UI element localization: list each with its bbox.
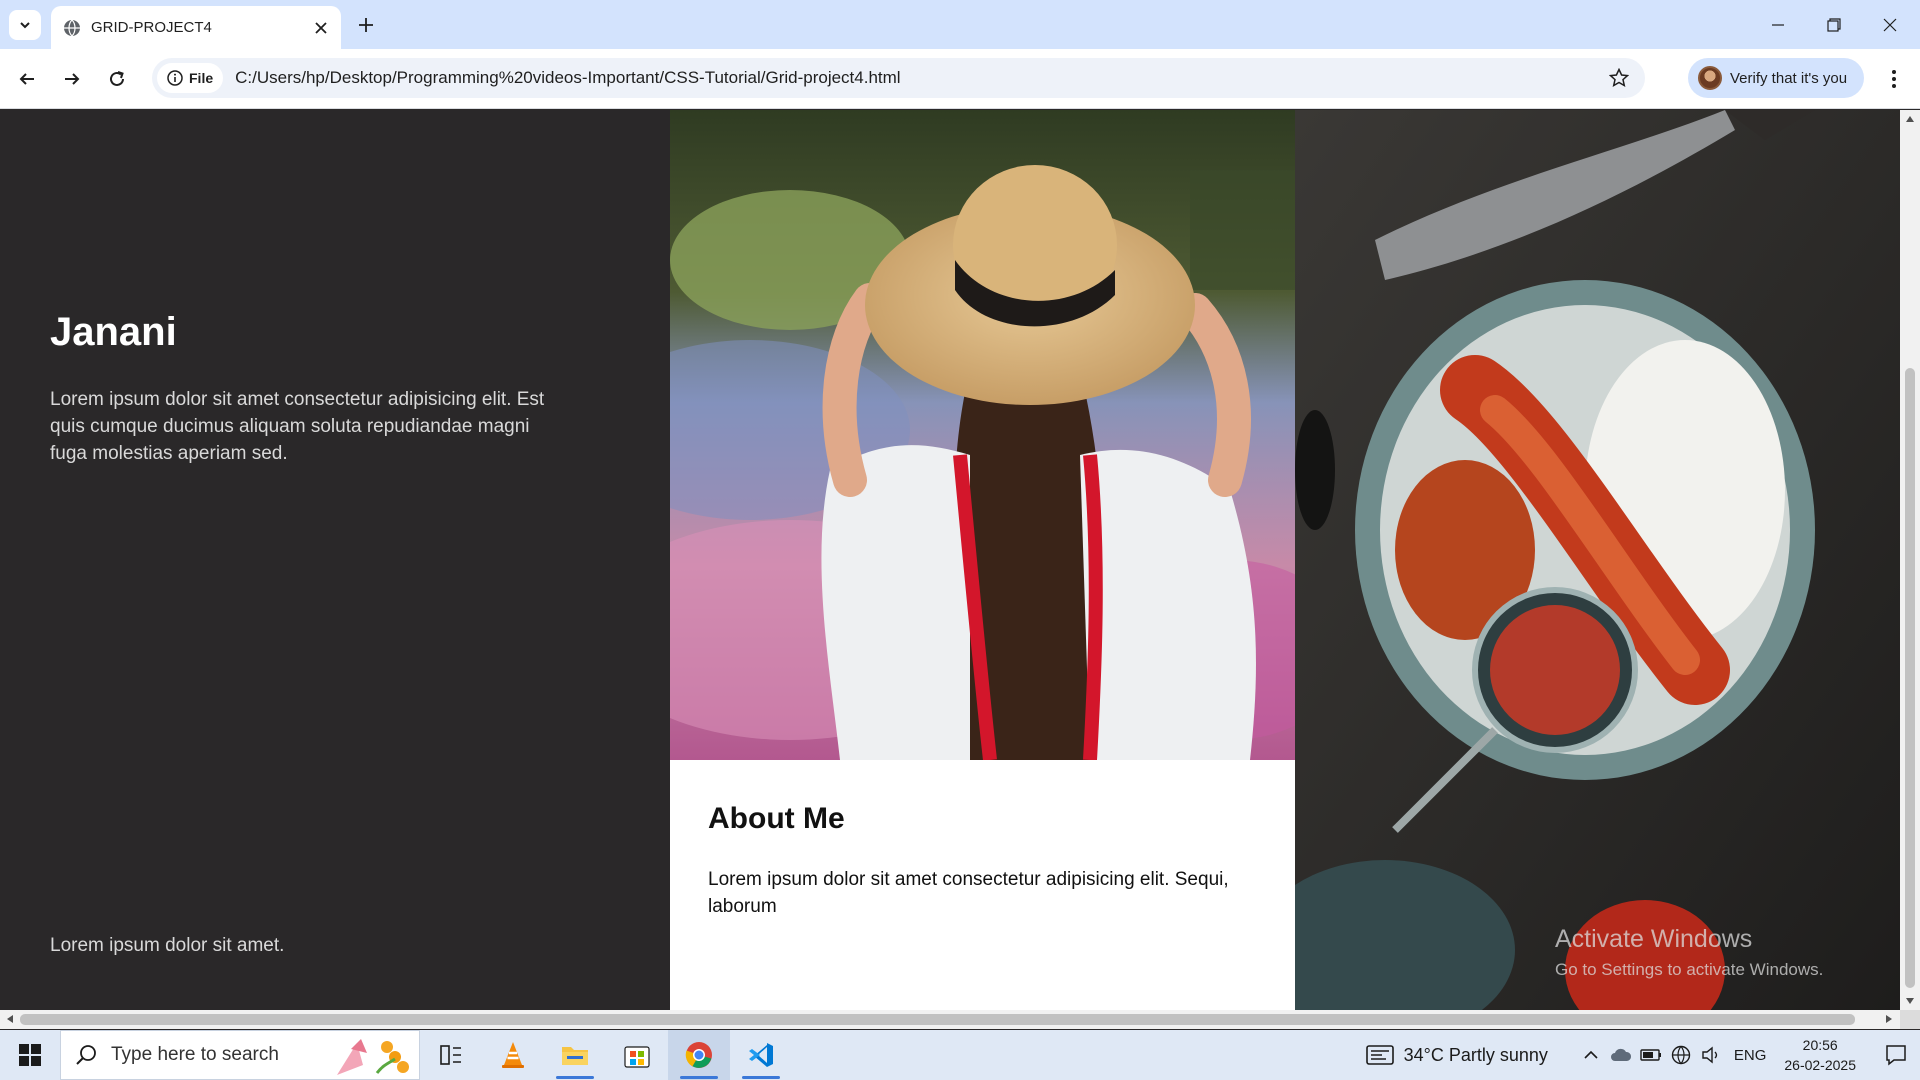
restore-icon bbox=[1827, 17, 1841, 32]
scroll-left-icon[interactable] bbox=[7, 1015, 13, 1023]
clock[interactable]: 20:56 26-02-2025 bbox=[1784, 1035, 1856, 1075]
back-button[interactable] bbox=[11, 63, 43, 95]
watermark-subtitle: Go to Settings to activate Windows. bbox=[1555, 960, 1824, 979]
cloud-icon bbox=[1610, 1048, 1631, 1061]
footer-text: Lorem ipsum dolor sit amet. bbox=[50, 935, 285, 956]
system-tray: 34°C Partly sunny ENG 20:56 26-02-2025 bbox=[1365, 1030, 1920, 1080]
minimize-icon bbox=[1772, 23, 1784, 26]
speaker-icon bbox=[1702, 1046, 1718, 1064]
battery-tray-button[interactable] bbox=[1636, 1030, 1666, 1080]
notification-icon bbox=[1886, 1045, 1906, 1066]
bookmark-button[interactable] bbox=[1601, 60, 1637, 96]
flowers-illustration-icon bbox=[337, 1039, 409, 1075]
watermark-title: Activate Windows bbox=[1555, 925, 1753, 953]
show-hidden-icons-button[interactable] bbox=[1576, 1030, 1606, 1080]
vscode-taskbar-button[interactable] bbox=[730, 1030, 792, 1080]
url-text[interactable]: C:/Users/hp/Desktop/Programming%20videos… bbox=[235, 68, 1601, 88]
restore-button[interactable] bbox=[1806, 0, 1862, 49]
verify-profile-button[interactable]: Verify that it's you bbox=[1688, 58, 1864, 98]
folder-icon bbox=[562, 1047, 588, 1065]
clock-time: 20:56 bbox=[1802, 1037, 1838, 1053]
chrome-taskbar-button[interactable] bbox=[668, 1030, 730, 1080]
start-button[interactable] bbox=[0, 1030, 60, 1080]
network-tray-button[interactable] bbox=[1666, 1030, 1696, 1080]
vertical-scrollbar[interactable] bbox=[1900, 110, 1920, 1010]
weather-text: 34°C Partly sunny bbox=[1403, 1044, 1548, 1065]
tab-close-icon[interactable] bbox=[307, 14, 335, 42]
vscode-icon bbox=[749, 1043, 773, 1067]
minimize-button[interactable] bbox=[1750, 0, 1806, 49]
taskbar-search-box[interactable]: Type here to search bbox=[60, 1030, 420, 1080]
address-bar[interactable]: File C:/Users/hp/Desktop/Programming%20v… bbox=[152, 58, 1645, 98]
forward-button[interactable] bbox=[56, 63, 88, 95]
chrome-icon bbox=[685, 1042, 712, 1068]
globe-icon bbox=[1671, 1045, 1691, 1065]
clock-date: 26-02-2025 bbox=[1784, 1057, 1856, 1073]
close-window-button[interactable] bbox=[1862, 0, 1918, 49]
info-icon bbox=[167, 70, 183, 86]
taskbar: Type here to search 34°C Partly sunny EN… bbox=[0, 1030, 1920, 1080]
scrollbar-corner bbox=[1900, 1010, 1920, 1029]
microsoft-store-taskbar-button[interactable] bbox=[606, 1030, 668, 1080]
woman-hat-photo bbox=[670, 110, 1295, 760]
notifications-button[interactable] bbox=[1872, 1030, 1920, 1080]
globe-icon bbox=[64, 19, 80, 36]
chevron-up-icon bbox=[1584, 1050, 1598, 1059]
site-chip-label: File bbox=[189, 70, 214, 86]
search-icon bbox=[76, 1045, 96, 1065]
weather-widget[interactable]: 34°C Partly sunny bbox=[1365, 1044, 1548, 1066]
activate-windows-watermark: Activate Windows Go to Settings to activ… bbox=[1555, 925, 1823, 980]
onedrive-tray-button[interactable] bbox=[1606, 1030, 1636, 1080]
about-heading: About Me bbox=[708, 802, 845, 835]
tab-search-button[interactable] bbox=[9, 10, 41, 40]
scroll-down-icon[interactable] bbox=[1906, 998, 1914, 1004]
browser-toolbar: File C:/Users/hp/Desktop/Programming%20v… bbox=[0, 49, 1920, 109]
reload-button[interactable] bbox=[101, 63, 133, 95]
scroll-right-icon[interactable] bbox=[1886, 1015, 1892, 1023]
reload-icon bbox=[110, 71, 124, 86]
tab-title: GRID-PROJECT4 bbox=[91, 19, 212, 36]
vlc-cone-icon bbox=[502, 1042, 524, 1068]
food-photo bbox=[1295, 110, 1900, 1010]
weather-icon bbox=[1365, 1045, 1394, 1065]
language-indicator[interactable]: ENG bbox=[1734, 1047, 1767, 1064]
file-explorer-taskbar-button[interactable] bbox=[544, 1030, 606, 1080]
search-placeholder: Type here to search bbox=[111, 1044, 279, 1065]
site-info-chip[interactable]: File bbox=[157, 63, 224, 93]
store-icon bbox=[624, 1046, 650, 1068]
arrow-left-icon bbox=[19, 73, 34, 85]
arrow-right-icon bbox=[65, 73, 80, 85]
more-vertical-icon bbox=[1892, 70, 1896, 88]
avatar bbox=[1698, 66, 1722, 90]
vertical-scroll-thumb[interactable] bbox=[1905, 368, 1915, 988]
horizontal-scroll-thumb[interactable] bbox=[20, 1014, 1855, 1025]
browser-tab[interactable]: GRID-PROJECT4 bbox=[51, 6, 341, 49]
chevron-down-icon bbox=[20, 22, 30, 29]
tab-strip: GRID-PROJECT4 bbox=[0, 0, 1920, 49]
scroll-up-icon[interactable] bbox=[1906, 116, 1914, 122]
page-title: Janani bbox=[50, 310, 177, 354]
close-icon bbox=[1883, 18, 1897, 31]
battery-icon bbox=[1640, 1049, 1661, 1061]
windows-logo-icon bbox=[19, 1044, 41, 1066]
browser-menu-button[interactable] bbox=[1878, 63, 1910, 95]
plus-icon bbox=[359, 18, 373, 32]
task-view-icon bbox=[440, 1045, 461, 1065]
volume-tray-button[interactable] bbox=[1696, 1030, 1726, 1080]
star-icon bbox=[1609, 68, 1629, 87]
about-paragraph: Lorem ipsum dolor sit amet consectetur a… bbox=[708, 869, 1229, 917]
task-view-button[interactable] bbox=[420, 1030, 482, 1080]
new-tab-button[interactable] bbox=[350, 10, 382, 40]
vlc-taskbar-button[interactable] bbox=[482, 1030, 544, 1080]
horizontal-scrollbar[interactable] bbox=[0, 1010, 1900, 1029]
intro-panel: Janani Lorem ipsum dolor sit amet consec… bbox=[0, 110, 670, 1010]
intro-paragraph: Lorem ipsum dolor sit amet consectetur a… bbox=[50, 389, 545, 464]
verify-label: Verify that it's you bbox=[1730, 69, 1848, 87]
page-viewport: Janani Lorem ipsum dolor sit amet consec… bbox=[0, 110, 1900, 1010]
about-card: About Me Lorem ipsum dolor sit amet cons… bbox=[670, 760, 1295, 1010]
